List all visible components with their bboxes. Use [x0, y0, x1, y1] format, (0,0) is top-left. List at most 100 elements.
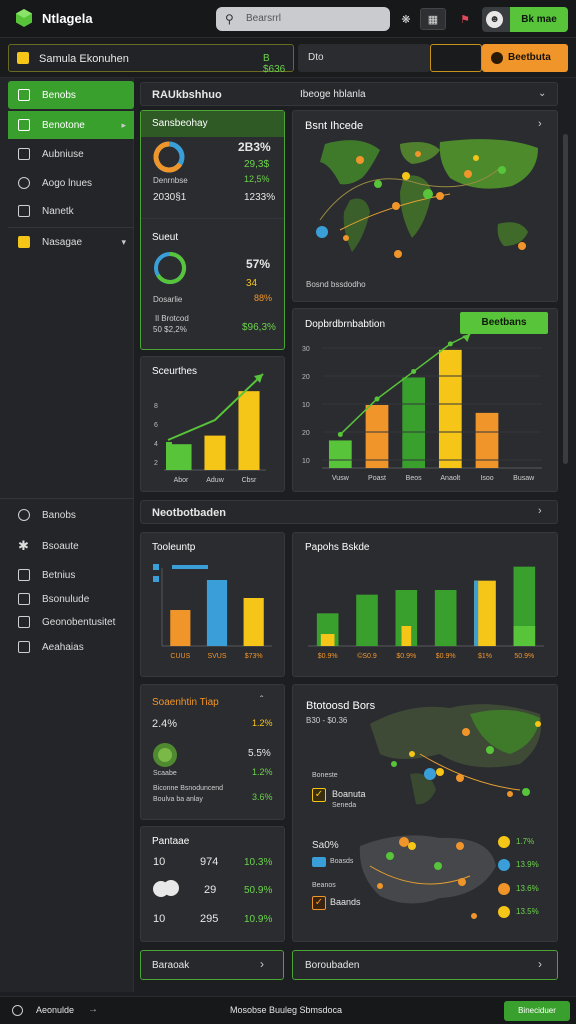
- chevron-right-icon[interactable]: ›: [538, 118, 542, 130]
- sidebar-item-label: Nanetk: [42, 205, 74, 217]
- sidebar-item-aogo[interactable]: Aogo lnues: [8, 169, 134, 197]
- legend-line: [172, 565, 208, 569]
- tick-label: Poast: [368, 475, 386, 482]
- tick-label: Anaolt: [440, 475, 460, 482]
- avatar: ☻: [486, 11, 503, 28]
- stat-value: 34: [246, 278, 258, 289]
- trend-point: [374, 396, 380, 402]
- scrollbar[interactable]: [563, 134, 568, 464]
- footer-cta-button[interactable]: Bineciduer: [504, 1001, 570, 1021]
- section-title: RAUkbshhuo: [152, 89, 222, 101]
- tick-label: SVUS: [207, 653, 226, 660]
- world-map: [316, 139, 538, 258]
- stat-value: 12,5%: [244, 174, 270, 184]
- sidebar-item-bsoaute[interactable]: ✱ Bsoaute: [8, 532, 134, 560]
- tick-label: Isoo: [480, 475, 493, 482]
- stat-value: 29,3$: [244, 159, 270, 170]
- legend-label: Boneste: [312, 772, 338, 779]
- sidebar-item-benotone[interactable]: Benotone ▸: [8, 111, 134, 139]
- card-title: Tooleuntp: [152, 542, 196, 553]
- range-select[interactable]: Dto: [298, 44, 430, 72]
- sidebar-item-label: Benotone: [42, 119, 85, 131]
- stat-value: 1.2%: [252, 718, 273, 728]
- search-placeholder: Bearsrrl: [246, 13, 282, 24]
- tick-label: Abor: [174, 477, 189, 484]
- section-title: Neotbotbaden: [152, 507, 226, 519]
- blank-button[interactable]: [430, 44, 482, 72]
- table-cell: 10: [153, 856, 166, 868]
- home-icon: [18, 641, 30, 653]
- bar: [243, 598, 264, 646]
- sidebar-item-label: Aubniuse: [42, 148, 84, 160]
- pen-icon: [18, 148, 30, 160]
- stat-value: 2.4%: [152, 718, 178, 730]
- sidebar-divider: [0, 498, 134, 499]
- app-logo-icon: [16, 9, 32, 27]
- range-select-value: Dto: [308, 52, 324, 63]
- nav-bar-label: Boroubaden: [305, 960, 360, 971]
- globe-icon: [153, 743, 177, 767]
- legend-label: Boasds: [330, 858, 354, 865]
- y-tick-label: 10: [302, 402, 310, 409]
- table-cell: 10: [153, 913, 166, 925]
- arrow-right-icon[interactable]: →: [88, 1004, 98, 1015]
- user-button[interactable]: ☻ Bk mae: [482, 7, 568, 32]
- grid-icon: [18, 616, 30, 628]
- pct-dot: [498, 906, 510, 918]
- footer-cta-label: Bineciduer: [518, 1006, 556, 1015]
- project-selector[interactable]: Samula Ekonuhen B $636: [8, 44, 294, 75]
- app-name: Ntlagela: [42, 11, 93, 26]
- card-title: Bsnt Ihcede: [305, 120, 364, 132]
- tick-label: 50.9%: [514, 653, 534, 660]
- sidebar-item-label: Aeahaias: [42, 641, 84, 653]
- sidebar-item-geonobentusitet[interactable]: Geonobentusitet: [8, 608, 134, 636]
- puzzle-icon[interactable]: ❋: [393, 8, 419, 30]
- bar-chart-tooleuntp: CUUS SVUS $73%: [153, 564, 272, 660]
- bar: [434, 590, 457, 646]
- legend-check-icon[interactable]: ✓: [312, 788, 326, 802]
- chevron-right-icon[interactable]: ›: [538, 505, 542, 517]
- primary-action-button[interactable]: Beetbuta: [482, 44, 568, 72]
- sidebar-item-aubniuse[interactable]: Aubniuse: [8, 140, 134, 168]
- sidebar-item-aeahaias[interactable]: Aeahaias: [8, 633, 134, 661]
- nav-bar-label: Baraoak: [152, 960, 190, 971]
- combo-badge-button[interactable]: Beetbans: [460, 312, 548, 334]
- search-input[interactable]: ⚲ Bearsrrl: [216, 7, 390, 31]
- tick-label: Aduw: [206, 477, 224, 484]
- card-divider: [141, 218, 284, 219]
- tick-label: $1%: [478, 653, 492, 660]
- map-land: [359, 835, 496, 904]
- legend-swatch: [153, 564, 159, 570]
- card-title: Soaenhtin Tiap: [152, 697, 219, 708]
- table-cell: 29: [204, 884, 217, 896]
- tick-label: CUUS: [170, 653, 190, 660]
- y-tick-label: 30: [302, 346, 310, 353]
- grid-view-icon[interactable]: ▦: [420, 8, 446, 30]
- trend-point: [411, 368, 417, 374]
- footer-center: Mosobse Buuleg Sbmsdoca: [230, 1005, 343, 1015]
- bar: [204, 435, 226, 470]
- card-title: Sueut: [152, 232, 179, 243]
- trend-point: [337, 431, 343, 437]
- bar: [356, 594, 378, 646]
- sidebar-item-benobs[interactable]: Benobs: [8, 81, 134, 109]
- stat-value: 5.5%: [248, 748, 271, 759]
- ring-chart: [154, 251, 187, 284]
- sidebar-item-label: Bsoaute: [42, 540, 79, 552]
- flag-icon[interactable]: ⚑: [452, 8, 478, 30]
- bar: [206, 580, 228, 646]
- tag-icon: [18, 236, 30, 248]
- donut-chart: [153, 141, 185, 173]
- tick-label: Beos: [406, 475, 422, 482]
- tick-label: Busaw: [513, 475, 535, 482]
- sidebar-item-banobs[interactable]: Banobs: [8, 501, 134, 529]
- sidebar-item-nasagae[interactable]: Nasagae ▾: [8, 228, 134, 256]
- chevron-down-icon[interactable]: ⌄: [538, 88, 546, 99]
- pct-value: 1.7%: [516, 837, 535, 846]
- section-subtitle: Ibeoge hblanla: [300, 89, 366, 100]
- legend-check-icon[interactable]: ✓: [312, 896, 326, 910]
- pct-dot: [498, 859, 510, 871]
- sidebar-item-nanetk[interactable]: Nanetk: [8, 197, 134, 225]
- chevron-up-icon[interactable]: ˆ: [260, 695, 263, 706]
- cloud-icon: [153, 880, 179, 897]
